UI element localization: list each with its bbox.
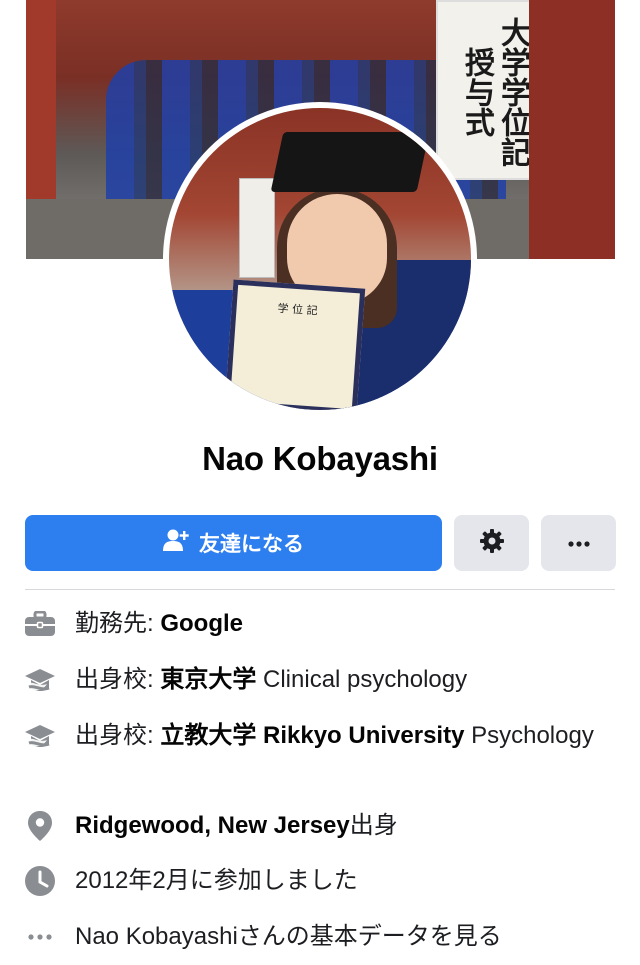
education-school[interactable]: 立教大学 Rikkyo University <box>160 722 464 749</box>
section-divider <box>25 589 615 590</box>
cover-gate-pillar-right <box>529 0 615 259</box>
education-prefix: 出身校: <box>75 666 161 693</box>
education-school[interactable]: 東京大学 <box>160 666 256 693</box>
avatar-background-sign <box>239 178 275 278</box>
intro-joined-text: 2012年2月に参加しました <box>75 867 358 894</box>
add-friend-icon <box>163 528 189 558</box>
graduation-cap-icon <box>25 666 55 696</box>
intro-education-text: 出身校: 東京大学 Clinical psychology <box>75 663 615 697</box>
intro-education-text: 出身校: 立教大学 Rikkyo University Psychology <box>75 719 615 753</box>
profile-picture-frame[interactable]: 学 位 記 <box>163 102 477 416</box>
avatar-graduation-cap <box>270 132 430 192</box>
hometown-suffix: 出身 <box>349 812 398 839</box>
work-prefix: 勤務先: <box>75 610 161 637</box>
add-friend-label: 友達になる <box>199 533 304 556</box>
more-dots-icon <box>567 534 591 552</box>
more-dots-icon <box>25 922 55 952</box>
education-concentration: Psychology <box>464 722 594 749</box>
see-about-info-link[interactable]: Nao Kobayashiさんの基本データを見る <box>75 920 615 954</box>
education-concentration: Clinical psychology <box>256 666 468 693</box>
profile-picture[interactable]: 学 位 記 <box>169 108 471 410</box>
intro-work-text: 勤務先: Google <box>75 607 615 641</box>
intro-hometown-text: Ridgewood, New Jersey出身 <box>75 809 615 843</box>
profile-name: Nao Kobayashi <box>202 440 438 477</box>
location-pin-icon <box>25 811 55 841</box>
work-employer[interactable]: Google <box>160 610 243 637</box>
add-friend-button[interactable]: 友達になる <box>25 515 442 571</box>
hometown-place[interactable]: Ridgewood, New Jersey <box>75 812 350 839</box>
clock-icon <box>25 866 55 896</box>
gear-icon <box>479 528 505 559</box>
graduation-cap-icon <box>25 722 55 752</box>
more-options-button[interactable] <box>541 515 616 571</box>
avatar-diploma: 学 位 記 <box>224 279 366 410</box>
cover-ceremony-sign: 大学学位記授与式 <box>436 0 532 180</box>
briefcase-icon <box>25 609 55 639</box>
settings-button[interactable] <box>454 515 529 571</box>
education-prefix: 出身校: <box>75 722 161 749</box>
